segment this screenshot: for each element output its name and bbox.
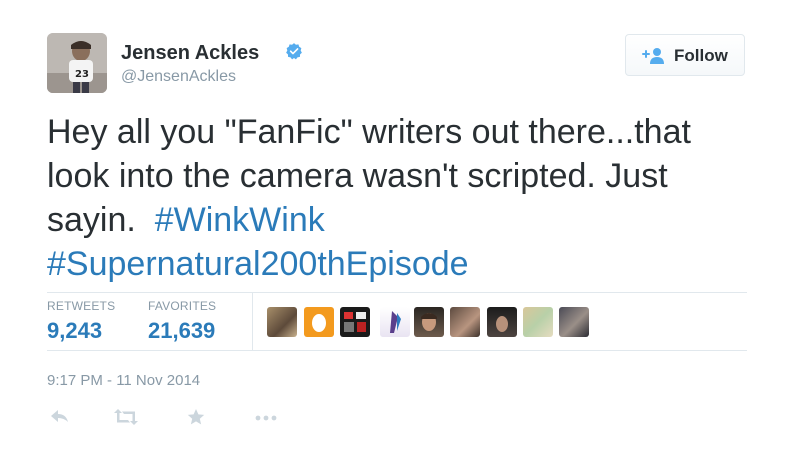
screen-name[interactable]: @JensenAckles <box>121 69 236 85</box>
favorite-button[interactable] <box>185 404 207 430</box>
stats-separator <box>252 293 253 350</box>
user-avatar-icon <box>496 316 508 332</box>
favoriter-avatar[interactable] <box>267 307 297 337</box>
user-avatar-icon <box>390 311 401 333</box>
more-dots-icon <box>255 415 277 421</box>
favoriter-avatar[interactable] <box>304 307 334 337</box>
favoriter-avatar[interactable] <box>340 307 370 337</box>
stats-divider-bottom <box>47 350 747 351</box>
retweet-button[interactable] <box>111 404 141 430</box>
follow-label: Follow <box>674 46 728 65</box>
user-avatar-icon <box>421 313 437 331</box>
favoriter-avatar[interactable] <box>487 307 517 337</box>
star-icon <box>187 409 205 425</box>
svg-text:23: 23 <box>75 69 89 80</box>
tweet-timestamp[interactable]: 9:17 PM - 11 Nov 2014 <box>47 373 200 388</box>
display-name[interactable]: Jensen Ackles <box>121 43 259 63</box>
follow-button[interactable]: Follow <box>625 34 745 76</box>
more-button[interactable] <box>253 404 279 430</box>
tweet-text-line: Hey all you "FanFic" writers out there..… <box>47 113 691 151</box>
verified-badge-icon <box>286 43 302 60</box>
favorites-label: FAVORITES <box>148 299 217 313</box>
egg-avatar-icon <box>312 314 326 332</box>
favorites-stat[interactable]: FAVORITES 21,639 <box>148 300 216 342</box>
favoriter-avatar[interactable] <box>380 307 410 337</box>
tweet-text-line: sayin. #WinkWink <box>47 198 747 242</box>
favoriter-avatar[interactable] <box>559 307 589 337</box>
profile-avatar[interactable]: 23 <box>47 33 107 93</box>
retweets-count: 9,243 <box>47 318 103 343</box>
profile-photo-icon: 23 <box>47 33 107 93</box>
retweets-stat[interactable]: RETWEETS 9,243 <box>47 300 115 342</box>
favoriter-avatar[interactable] <box>414 307 444 337</box>
add-user-icon <box>642 48 664 64</box>
hashtag-link[interactable]: #WinkWink <box>155 201 325 239</box>
retweets-label: RETWEETS <box>47 299 116 313</box>
reply-icon <box>51 410 68 422</box>
favoriter-avatar[interactable] <box>523 307 553 337</box>
reply-button[interactable] <box>47 404 73 430</box>
tweet-text-line: #Supernatural200thEpisode <box>47 242 747 286</box>
retweet-icon <box>114 409 138 425</box>
favoriter-avatar[interactable] <box>450 307 480 337</box>
tweet-text-line: look into the camera wasn't scripted. Ju… <box>47 157 668 195</box>
stats-divider-top <box>47 292 747 293</box>
tweet-text: Hey all you "FanFic" writers out there..… <box>47 110 747 286</box>
hashtag-link[interactable]: #Supernatural200thEpisode <box>47 245 469 283</box>
favorites-count: 21,639 <box>148 318 216 343</box>
user-avatar-icon <box>344 312 366 332</box>
tweet-text-segment: sayin. <box>47 201 155 239</box>
